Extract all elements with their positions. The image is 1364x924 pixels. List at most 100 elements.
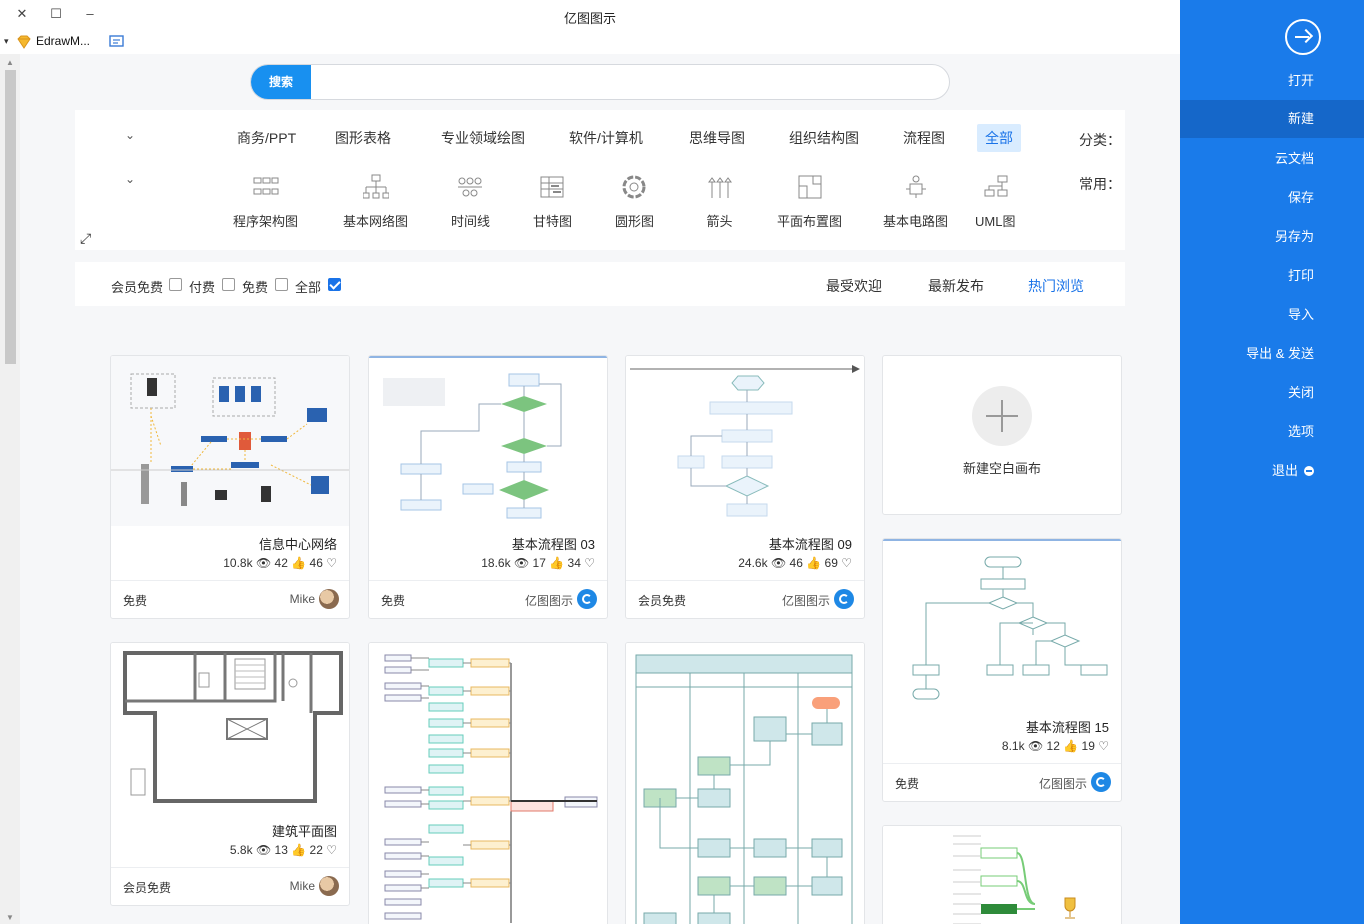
new-blank-canvas-card[interactable]: 新建空白画布 bbox=[882, 355, 1122, 515]
tab-latest[interactable]: 最新发布 bbox=[928, 276, 984, 296]
common-arrow[interactable]: 箭头 bbox=[706, 174, 733, 230]
sidebar-item-import[interactable]: 导入 bbox=[1180, 296, 1364, 334]
filter-paid-checkbox[interactable] bbox=[222, 278, 235, 291]
common-floor-plan-label: 平面布置图 bbox=[777, 214, 843, 229]
filter-all-label[interactable]: 全部 bbox=[295, 277, 321, 296]
card-author[interactable]: Mike bbox=[290, 879, 315, 893]
common-gantt[interactable]: 甘特图 bbox=[533, 174, 572, 230]
sidebar-item-save[interactable]: 保存 bbox=[1180, 179, 1364, 217]
search-bar[interactable]: 搜索 bbox=[250, 64, 950, 100]
tab-hot[interactable]: 热门浏览 bbox=[1028, 276, 1084, 296]
category-professional[interactable]: 专业领域绘图 bbox=[433, 124, 533, 152]
views-count: 5.8k bbox=[229, 843, 253, 857]
floor-plan-thumbnail bbox=[111, 643, 349, 813]
app-name-label[interactable]: EdrawM... bbox=[36, 34, 90, 48]
sidebar-item-cloud-docs[interactable]: 云文档 bbox=[1180, 140, 1364, 178]
common-timeline[interactable]: 时间线 bbox=[451, 174, 490, 230]
category-graphic-tables[interactable]: 图形表格 bbox=[327, 124, 399, 152]
vertical-scrollbar[interactable]: ▲ ▼ bbox=[0, 54, 20, 924]
category-org-chart[interactable]: 组织结构图 bbox=[781, 124, 867, 152]
views-count: 8.1k bbox=[1001, 739, 1025, 753]
flowchart-thumbnail bbox=[626, 356, 864, 526]
back-arrow-icon[interactable] bbox=[1285, 19, 1321, 55]
sidebar-item-new[interactable]: 新建 bbox=[1180, 100, 1364, 138]
sidebar-item-print[interactable]: 打印 bbox=[1180, 257, 1364, 295]
filter-free-label[interactable]: 免费 bbox=[242, 277, 268, 296]
message-icon[interactable] bbox=[108, 34, 126, 50]
card-stats: 24.6k 👁 46 👍 69 ♡ bbox=[738, 556, 852, 570]
eye-icon: 👁 bbox=[255, 556, 272, 570]
card-divider bbox=[111, 580, 349, 581]
sidebar-item-export-send[interactable]: 导出 & 发送 bbox=[1180, 335, 1364, 373]
common-floor-plan[interactable]: 平面布置图 bbox=[777, 174, 842, 230]
card-author[interactable]: Mike bbox=[290, 592, 315, 606]
views-count: 10.8k bbox=[223, 556, 253, 570]
template-card[interactable] bbox=[625, 642, 865, 924]
arrow-icon bbox=[708, 177, 732, 198]
filter-member-free-label[interactable]: 会员免费 bbox=[111, 277, 163, 296]
template-gallery: 搜索 分类： 全部 流程图 组织结构图 思维导图 软件/计算机 专业领域绘图 图… bbox=[20, 54, 1180, 924]
sidebar-item-exit[interactable]: 退出 bbox=[1180, 452, 1364, 490]
filter-paid-label[interactable]: 付费 bbox=[189, 277, 215, 296]
eye-icon: 👁 bbox=[255, 843, 272, 857]
card-price: 免费 bbox=[895, 777, 920, 791]
template-card[interactable]: 基本流程图 09 24.6k 👁 46 👍 69 ♡ 会员免费 亿图图示 bbox=[625, 355, 865, 619]
category-panel: 分类： 全部 流程图 组织结构图 思维导图 软件/计算机 专业领域绘图 图形表格… bbox=[75, 110, 1125, 250]
sidebar-item-save-as[interactable]: 另存为 bbox=[1180, 218, 1364, 256]
common-label: 常用： bbox=[1079, 176, 1121, 192]
sidebar-item-options[interactable]: 选项 bbox=[1180, 413, 1364, 451]
common-uml[interactable]: UML图 bbox=[975, 174, 1015, 230]
tab-popular[interactable]: 最受欢迎 bbox=[826, 276, 882, 296]
views-count: 18.6k bbox=[481, 556, 511, 570]
heart-icon: ♡ bbox=[841, 556, 852, 570]
common-circuit[interactable]: 基本电路图 bbox=[883, 174, 948, 230]
new-blank-canvas-label: 新建空白画布 bbox=[962, 461, 1041, 476]
category-business-ppt[interactable]: 商务/PPT bbox=[229, 124, 304, 152]
category-flowchart[interactable]: 流程图 bbox=[895, 124, 953, 152]
fullscreen-expand-icon[interactable]: ⤢ bbox=[80, 230, 91, 247]
card-author[interactable]: 亿图图示 bbox=[1039, 775, 1087, 792]
circuit-icon bbox=[906, 175, 926, 198]
common-program-architecture[interactable]: 程序架构图 bbox=[233, 174, 298, 230]
plus-icon[interactable] bbox=[972, 386, 1032, 446]
avatar[interactable] bbox=[319, 876, 339, 896]
scrollbar-thumb[interactable] bbox=[5, 70, 16, 364]
scroll-down-icon[interactable]: ▼ bbox=[6, 913, 14, 922]
template-card[interactable] bbox=[368, 642, 608, 924]
template-card[interactable]: 基本流程图 03 18.6k 👁 17 👍 34 ♡ 免费 亿图图示 bbox=[368, 355, 608, 619]
sidebar-item-open[interactable]: 打开 bbox=[1180, 62, 1364, 100]
avatar[interactable] bbox=[319, 589, 339, 609]
card-author[interactable]: 亿图图示 bbox=[782, 592, 830, 609]
card-title[interactable]: 基本流程图 03 bbox=[512, 534, 595, 553]
category-expand-chevron-icon[interactable]: ⌄ bbox=[125, 128, 135, 142]
card-title[interactable]: 建筑平面图 bbox=[272, 821, 337, 840]
quick-menu-dropdown[interactable]: ▾ bbox=[4, 36, 9, 47]
card-author[interactable]: 亿图图示 bbox=[525, 592, 573, 609]
card-stats: 5.8k 👁 13 👍 22 ♡ bbox=[230, 843, 337, 857]
common-gantt-label: 甘特图 bbox=[533, 214, 573, 229]
filter-all-checkbox[interactable] bbox=[328, 278, 341, 291]
filter-member-free-checkbox[interactable] bbox=[169, 278, 182, 291]
common-circle[interactable]: 圆形图 bbox=[615, 174, 654, 230]
common-expand-chevron-icon[interactable]: ⌄ bbox=[125, 172, 135, 186]
template-card[interactable]: 信息中心网络 10.8k 👁 42 👍 46 ♡ 免费 Mike bbox=[110, 355, 350, 619]
thumbs-up-icon: 👍 bbox=[291, 556, 307, 570]
category-mind-map[interactable]: 思维导图 bbox=[681, 124, 753, 152]
template-card[interactable]: 基本流程图 15 8.1k 👁 12 👍 19 ♡ 免费 亿图图示 bbox=[882, 538, 1122, 802]
card-title[interactable]: 基本流程图 09 bbox=[769, 534, 852, 553]
template-card[interactable]: 建筑平面图 5.8k 👁 13 👍 22 ♡ 会员免费 Mike bbox=[110, 642, 350, 906]
common-network[interactable]: 基本网络图 bbox=[343, 174, 408, 230]
card-title[interactable]: 基本流程图 15 bbox=[1026, 717, 1109, 736]
search-button[interactable]: 搜索 bbox=[251, 65, 311, 99]
sidebar-item-close[interactable]: 关闭 bbox=[1180, 374, 1364, 412]
category-all[interactable]: 全部 bbox=[977, 124, 1021, 152]
template-card[interactable] bbox=[882, 825, 1122, 924]
filter-free-checkbox[interactable] bbox=[275, 278, 288, 291]
favs-count: 46 bbox=[309, 556, 323, 570]
premium-diamond-icon[interactable] bbox=[16, 34, 32, 50]
eye-icon: 👁 bbox=[770, 556, 787, 570]
card-title[interactable]: 信息中心网络 bbox=[259, 534, 337, 553]
scroll-up-icon[interactable]: ▲ bbox=[6, 58, 14, 67]
category-software[interactable]: 软件/计算机 bbox=[561, 124, 651, 152]
card-divider bbox=[111, 867, 349, 868]
